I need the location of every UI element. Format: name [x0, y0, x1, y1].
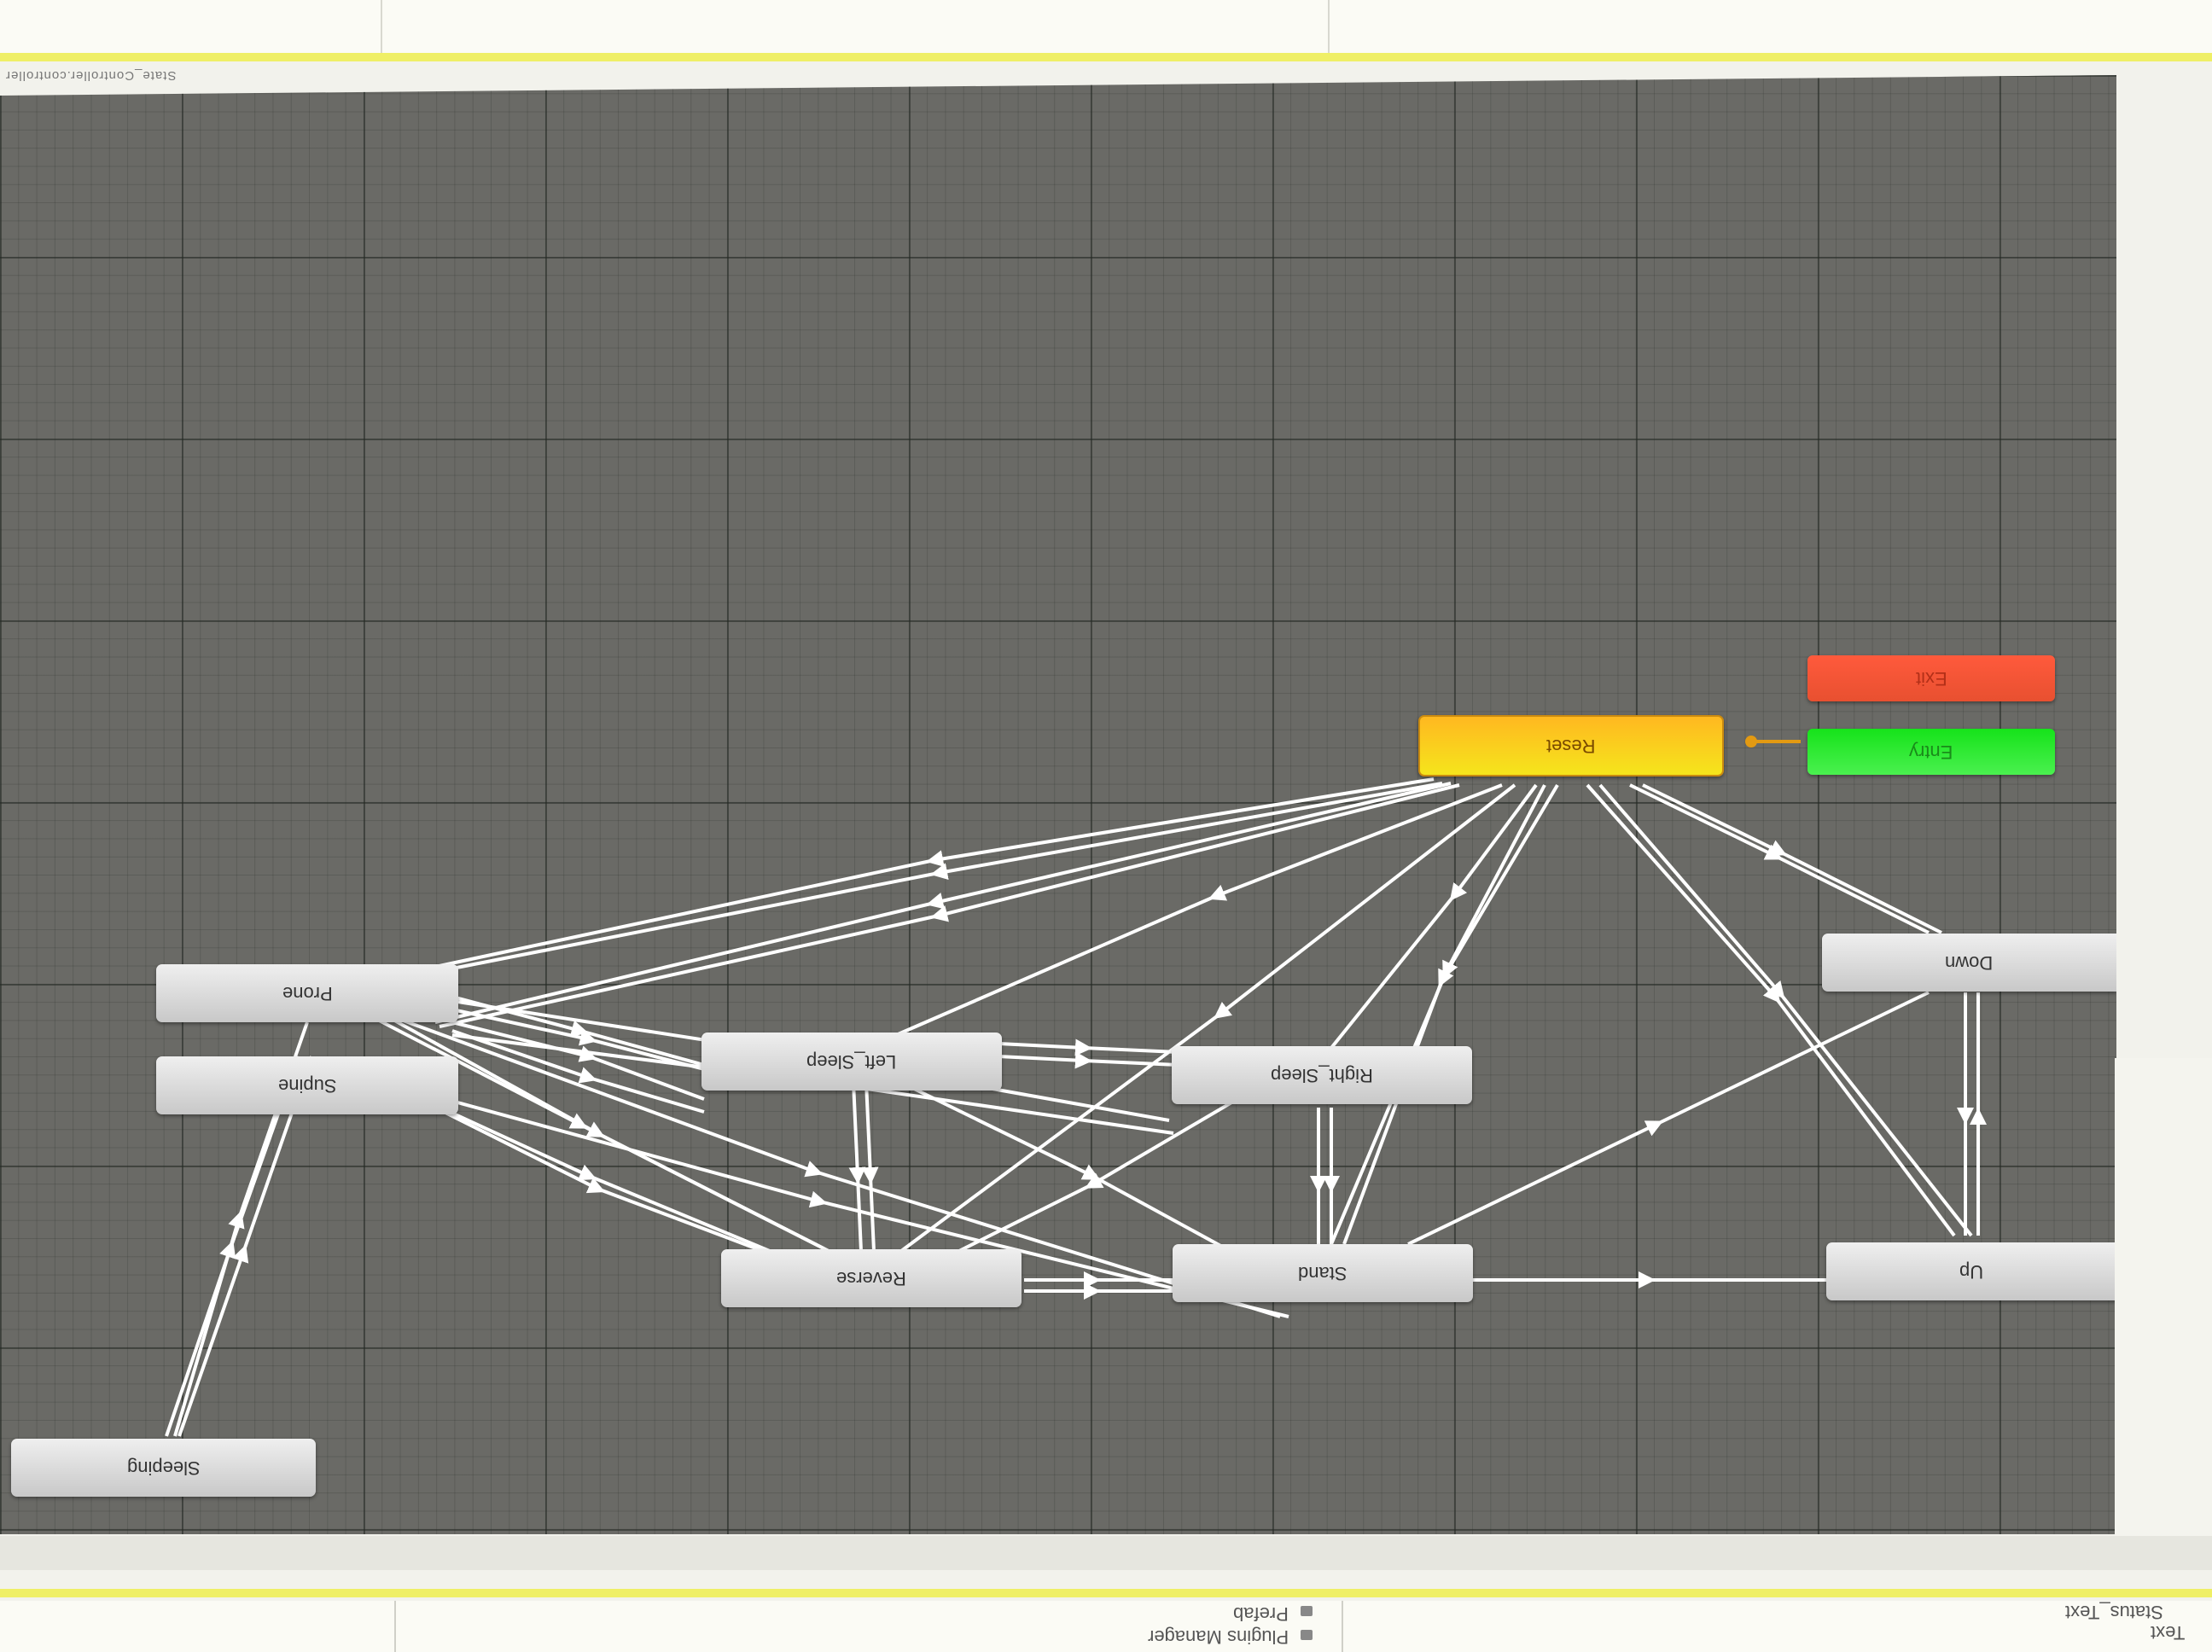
state-label: Left_Sleep	[806, 1051, 897, 1073]
state-machine-canvas[interactable]: Reset Exit Entry Down Up Prone Supine Le…	[0, 75, 2116, 1534]
state-label: Exit	[1915, 668, 1947, 689]
transition-reset-rightsleep[interactable]	[1330, 783, 1538, 1050]
footer-item-status-text[interactable]: Status_Text	[2065, 1601, 2163, 1623]
state-label: Up	[1959, 1261, 1984, 1283]
transition-leftsleep-reverse[interactable]	[848, 1081, 866, 1271]
state-label: Down	[1945, 952, 1994, 974]
transition-reset-reverse[interactable]	[886, 783, 1516, 1263]
transition-reset-supine[interactable]	[434, 782, 1452, 1024]
controller-path: State_Controller.controller	[5, 68, 177, 83]
state-left-sleep[interactable]: Left_Sleep	[701, 1032, 1002, 1091]
state-label: Prone	[282, 983, 333, 1004]
transition-down-reset[interactable]	[1642, 783, 1942, 934]
footer-item-prefab[interactable]: Prefab	[1233, 1603, 1289, 1625]
transition-reverse-leftsleep[interactable]	[861, 1081, 879, 1271]
highlight-bar-top	[0, 53, 2212, 61]
state-reset[interactable]: Reset	[1418, 715, 1724, 777]
footer-item-text[interactable]: Text	[2151, 1621, 2185, 1643]
transition-reset-stand[interactable]	[1330, 784, 1546, 1245]
top-toolbar	[0, 0, 2212, 58]
prefab-icon	[1301, 1606, 1313, 1616]
state-supine[interactable]: Supine	[156, 1056, 458, 1114]
state-stand[interactable]: Stand	[1173, 1244, 1473, 1302]
transition-stand-reset[interactable]	[1342, 783, 1559, 1245]
transition-edges	[165, 736, 1987, 1437]
transition-reset-down[interactable]	[1629, 783, 1930, 934]
transition-prone-reset[interactable]	[439, 782, 1443, 973]
transition-stand-down[interactable]	[1407, 991, 1930, 1246]
footer-item-plugins[interactable]: Plugins Manager	[1148, 1626, 1289, 1648]
toolbar-divider	[1328, 0, 1330, 53]
transition-leftsleep-supine[interactable]	[451, 1029, 705, 1114]
panel-divider	[1342, 1601, 1343, 1652]
inspector-panel	[2115, 1058, 2212, 1536]
state-exit[interactable]: Exit	[1807, 655, 2055, 701]
canvas-footer-bar	[0, 1536, 2212, 1570]
state-entry[interactable]: Entry	[1807, 729, 2055, 775]
bottom-panel	[0, 1601, 2212, 1652]
state-label: Reset	[1546, 736, 1596, 757]
state-label: Reverse	[836, 1268, 906, 1289]
entry-arrowhead	[1745, 736, 1757, 747]
state-prone[interactable]: Prone	[156, 964, 458, 1022]
state-sleeping[interactable]: Sleeping	[11, 1439, 316, 1497]
state-down[interactable]: Down	[1822, 934, 2116, 992]
state-label: Supine	[277, 1075, 337, 1096]
state-right-sleep[interactable]: Right_Sleep	[1172, 1046, 1472, 1104]
state-label: Sleeping	[126, 1457, 201, 1479]
panel-divider	[394, 1601, 396, 1652]
transition-supine-reset[interactable]	[439, 783, 1460, 1028]
transition-rightsleep-leftsleep[interactable]	[998, 1051, 1179, 1069]
state-up[interactable]: Up	[1826, 1242, 2116, 1300]
state-label: Entry	[1909, 742, 1953, 763]
highlight-bar-bottom	[0, 1589, 2212, 1597]
transition-leftsleep-rightsleep[interactable]	[998, 1038, 1179, 1056]
state-label: Right_Sleep	[1271, 1065, 1373, 1086]
state-label: Stand	[1298, 1263, 1348, 1284]
folder-icon	[1301, 1630, 1313, 1640]
state-reverse[interactable]: Reverse	[721, 1249, 1022, 1307]
toolbar-divider	[381, 0, 382, 53]
transition-reset-leftsleep[interactable]	[895, 783, 1503, 1037]
